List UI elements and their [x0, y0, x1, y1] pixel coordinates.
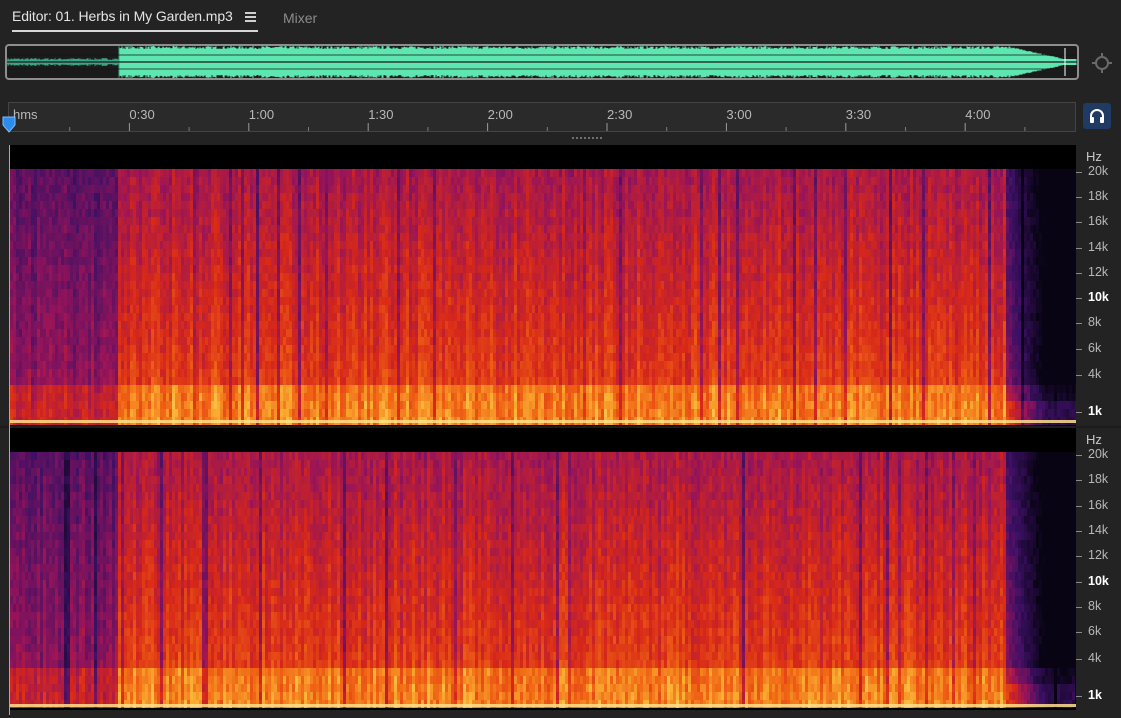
ruler-time-label: 0:30: [129, 107, 154, 122]
ruler-time-label: 3:30: [846, 107, 871, 122]
frequency-tick-label: 16k: [1075, 214, 1108, 228]
frequency-tick-label: 20k: [1075, 164, 1108, 178]
overview-waveform-graphic: [7, 46, 1077, 78]
ruler-time-label: 1:00: [249, 107, 274, 122]
frequency-tick-label: 8k: [1075, 599, 1101, 613]
zoom-target-icon[interactable]: [1090, 51, 1114, 75]
overview-waveform[interactable]: [5, 44, 1079, 80]
playhead-line: [9, 145, 10, 715]
time-ruler-ticks: hms 0:30 1:00 1:30 2:00 2:30 3:00 3:30 4:00: [9, 107, 1026, 131]
frequency-tick-label: 4k: [1075, 651, 1101, 665]
panel-tab-bar: Editor: 01. Herbs in My Garden.mp3 Mixer: [0, 0, 1121, 36]
frequency-tick-label: 18k: [1075, 472, 1108, 486]
ruler-time-label: 2:00: [488, 107, 513, 122]
time-ruler[interactable]: hms 0:30 1:00 1:30 2:00 2:30 3:00 3:30 4:00: [8, 102, 1076, 132]
frequency-unit-label: Hz: [1086, 149, 1102, 164]
low-frequency-band: [10, 420, 1076, 423]
ruler-time-label: 3:00: [726, 107, 751, 122]
tab-editor[interactable]: Editor: 01. Herbs in My Garden.mp3: [12, 8, 258, 32]
spectrogram-columns: [10, 169, 1076, 425]
headphones-icon[interactable]: [1083, 103, 1111, 129]
frequency-tick-label: 4k: [1075, 367, 1101, 381]
spectrogram-channel-right[interactable]: [10, 428, 1076, 710]
frequency-tick-label: 6k: [1075, 341, 1101, 355]
frequency-tick-label: 10k: [1076, 574, 1109, 588]
ruler-time-label: 2:30: [607, 107, 632, 122]
panel-resize-grip[interactable]: [572, 136, 604, 140]
ruler-unit-label: hms: [13, 107, 38, 122]
spectrogram-graphic-right: [10, 428, 1076, 710]
ruler-time-label: 4:00: [965, 107, 990, 122]
channel-divider: [0, 426, 1121, 428]
frequency-tick-label: 1k: [1076, 404, 1102, 418]
spectral-frequency-display[interactable]: [0, 145, 1121, 718]
hamburger-icon[interactable]: [245, 12, 256, 22]
frequency-tick-label: 10k: [1076, 290, 1109, 304]
spectrogram-columns: [10, 452, 1076, 708]
frequency-unit-label: Hz: [1086, 432, 1102, 447]
frequency-tick-label: 1k: [1076, 688, 1102, 702]
frequency-tick-label: 14k: [1075, 523, 1108, 537]
frequency-tick-label: 16k: [1075, 498, 1108, 512]
frequency-tick-label: 12k: [1075, 548, 1108, 562]
frequency-scale-right[interactable]: Hz 20k 18k 16k 14k 12k 10k 8k 6k 4k 1k: [1075, 428, 1121, 710]
frequency-tick-label: 6k: [1075, 624, 1101, 638]
frequency-tick-label: 12k: [1075, 265, 1108, 279]
low-frequency-band: [10, 704, 1076, 707]
frequency-scale-left[interactable]: Hz 20k 18k 16k 14k 12k 10k 8k 6k 4k 1k: [1075, 145, 1121, 426]
spectrogram-channel-left[interactable]: [10, 145, 1076, 426]
playhead-marker-icon[interactable]: [2, 116, 16, 134]
spectrogram-graphic-left: [10, 145, 1076, 426]
frequency-tick-label: 18k: [1075, 189, 1108, 203]
tab-mixer[interactable]: Mixer: [283, 10, 317, 26]
audio-editor-window: Editor: 01. Herbs in My Garden.mp3 Mixer…: [0, 0, 1121, 718]
frequency-tick-label: 14k: [1075, 240, 1108, 254]
frequency-tick-label: 20k: [1075, 447, 1108, 461]
ruler-time-label: 1:30: [368, 107, 393, 122]
frequency-tick-label: 8k: [1075, 315, 1101, 329]
